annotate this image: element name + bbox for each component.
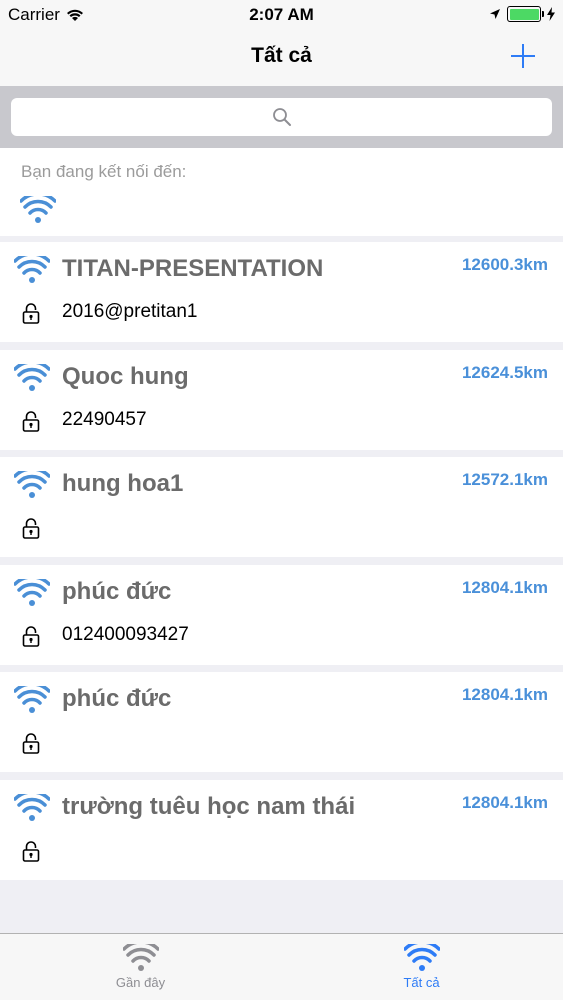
network-distance: 12572.1km (461, 470, 548, 489)
network-list-item[interactable]: phúc đức 12804.1km (0, 672, 563, 772)
network-distance: 12804.1km (461, 578, 548, 597)
network-distance: 12804.1km (461, 685, 548, 704)
lock-icon (22, 518, 40, 539)
network-distance: 12600.3km (461, 255, 548, 274)
lock-icon (22, 303, 40, 324)
network-list-item[interactable]: trường tuêu học nam thái 12804.1km (0, 780, 563, 880)
network-list-item[interactable]: phúc đức 12804.1km 012400093427 (0, 565, 563, 665)
wifi-icon (403, 944, 440, 971)
network-password: 012400093427 (62, 624, 189, 645)
wifi-icon (14, 686, 50, 713)
add-button[interactable] (505, 38, 541, 74)
network-ssid: hung hoa1 (62, 470, 184, 497)
wifi-icon (14, 794, 50, 821)
network-ssid: phúc đức (62, 578, 172, 605)
network-distance: 12624.5km (461, 363, 548, 382)
wifi-icon (14, 471, 50, 498)
navigation-bar: Tất cả (0, 30, 563, 86)
connected-label: Bạn đang kết nối đến: (21, 162, 187, 181)
wifi-icon (122, 944, 159, 971)
plus-icon (511, 44, 535, 68)
tab-label: Gần đây (115, 975, 166, 990)
wifi-icon (14, 579, 50, 606)
status-right (489, 6, 555, 22)
network-list-item[interactable]: hung hoa1 12572.1km (0, 457, 563, 557)
lock-icon (22, 411, 40, 432)
network-distance: 12804.1km (461, 793, 548, 812)
tab-label: Tất cả (403, 975, 440, 990)
search-input[interactable] (11, 98, 552, 136)
network-ssid: TITAN-PRESENTATION (62, 255, 324, 282)
network-ssid: phúc đức (62, 685, 172, 712)
lock-icon (22, 626, 40, 647)
battery-icon (507, 6, 544, 22)
tab-bar: Gần đây Tất cả (0, 933, 563, 1000)
lock-icon (22, 733, 40, 754)
search-icon (272, 108, 291, 126)
network-list-item[interactable]: Quoc hung 12624.5km 22490457 (0, 350, 563, 450)
wifi-icon (14, 364, 50, 391)
lock-icon (22, 841, 40, 862)
network-ssid: Quoc hung (62, 363, 189, 390)
network-ssid: trường tuêu học nam thái (62, 793, 356, 820)
status-time: 2:07 AM (249, 5, 314, 24)
wifi-icon (20, 196, 56, 223)
network-list-item[interactable]: TITAN-PRESENTATION 12600.3km 2016@pretitan… (0, 242, 563, 342)
network-password: 2016@pretitan1 (62, 301, 198, 322)
wifi-icon (14, 256, 50, 283)
network-password: 22490457 (62, 409, 147, 430)
connected-section: Bạn đang kết nối đến: (0, 148, 563, 236)
page-title: Tất cả (251, 44, 312, 67)
status-bar: Carrier 2:07 AM (0, 0, 563, 30)
location-arrow-icon (490, 9, 500, 19)
tab-recent[interactable]: Gần đây (0, 934, 281, 1000)
charging-bolt-icon (547, 7, 555, 21)
tab-all[interactable]: Tất cả (281, 934, 562, 1000)
search-bar (0, 86, 563, 148)
